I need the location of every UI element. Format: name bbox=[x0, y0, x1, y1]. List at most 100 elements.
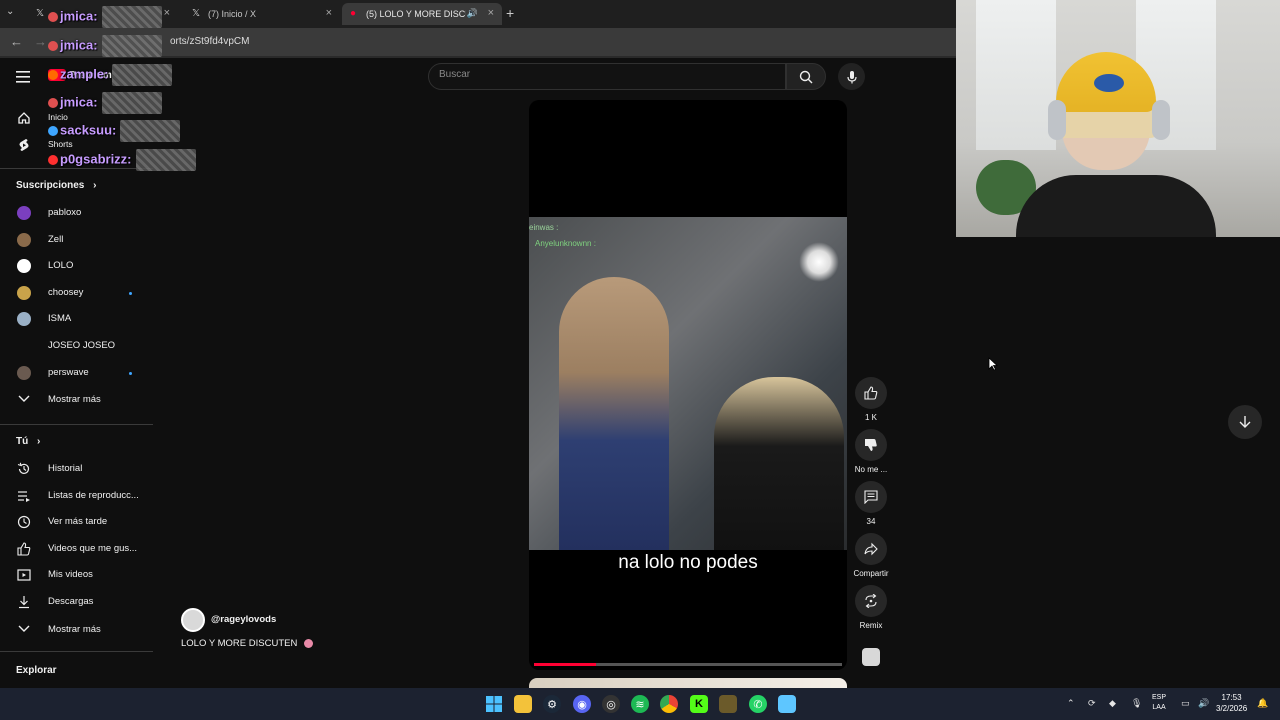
avatar bbox=[17, 259, 31, 274]
whatsapp-icon[interactable]: ✆ bbox=[749, 695, 767, 713]
lamp-light bbox=[799, 242, 839, 282]
chevron-down-icon bbox=[16, 621, 32, 637]
sound-avatar[interactable] bbox=[862, 648, 880, 666]
app-icon[interactable] bbox=[719, 695, 737, 713]
show-more-you[interactable]: Mostrar más bbox=[0, 616, 153, 642]
system-clock[interactable]: 17:53 3/2/2026 bbox=[1216, 692, 1247, 714]
steam-icon[interactable]: ⚙ bbox=[543, 695, 561, 713]
tray-chevron-icon[interactable]: ⌃ bbox=[1067, 698, 1075, 709]
tray-app-icon[interactable]: ◆ bbox=[1109, 698, 1116, 709]
close-icon[interactable]: × bbox=[488, 7, 494, 19]
chat-badge-icon bbox=[48, 41, 58, 51]
video-title-text: LOLO Y MORE DISCUTEN bbox=[181, 638, 298, 649]
sidebar-item-subscription[interactable]: choosey bbox=[0, 280, 153, 306]
sidebar-item-label: Descargas bbox=[48, 596, 94, 607]
chevron-down-icon bbox=[16, 391, 32, 407]
discord-icon[interactable]: ◉ bbox=[573, 695, 591, 713]
channel-avatar[interactable] bbox=[181, 608, 205, 632]
tab-title: (5) LOLO Y MORE DISCUTE... bbox=[366, 9, 466, 19]
search-box[interactable] bbox=[428, 63, 786, 90]
new-tab-button[interactable]: + bbox=[506, 5, 514, 21]
keyboard-language[interactable]: ESP LAA bbox=[1152, 693, 1166, 713]
chat-badge-icon bbox=[48, 126, 58, 136]
chat-emote-icon bbox=[135, 149, 196, 171]
chrome-icon[interactable] bbox=[660, 695, 678, 713]
search-button[interactable] bbox=[786, 63, 826, 90]
comments-button[interactable] bbox=[855, 481, 887, 513]
obs-icon[interactable]: ◎ bbox=[602, 695, 620, 713]
explore-title: Explorar bbox=[16, 665, 57, 676]
kick-icon[interactable]: K bbox=[690, 695, 708, 713]
sidebar-item-subscription[interactable]: LOLO bbox=[0, 253, 153, 279]
channel-name[interactable]: @rageylovods bbox=[211, 614, 276, 625]
chat-username: jmica: bbox=[60, 37, 98, 53]
shorts-icon bbox=[16, 137, 32, 153]
forward-icon[interactable]: → bbox=[34, 34, 47, 49]
stream-chat-message: jmica: bbox=[48, 35, 162, 57]
remix-button[interactable] bbox=[855, 585, 887, 617]
sidebar-item-subscription[interactable]: pabloxo bbox=[0, 200, 153, 226]
tray-mic-icon[interactable]: 🎙 bbox=[1131, 698, 1142, 709]
search-input[interactable] bbox=[439, 69, 769, 80]
voice-search-button[interactable] bbox=[838, 63, 865, 90]
back-icon[interactable]: ← bbox=[10, 34, 23, 49]
short-video-player[interactable]: einwas : Anyelunknownn : na lolo no pode… bbox=[529, 100, 847, 670]
chevron-right-icon: › bbox=[37, 436, 41, 447]
file-explorer-icon[interactable] bbox=[514, 695, 532, 713]
tab-list-menu[interactable]: ⌄ bbox=[6, 6, 20, 20]
clock-time: 17:53 bbox=[1221, 693, 1242, 702]
page-background bbox=[956, 237, 1280, 688]
show-more-subscriptions[interactable]: Mostrar más bbox=[0, 386, 153, 412]
windows-start-icon[interactable] bbox=[485, 695, 503, 713]
share-icon bbox=[864, 542, 878, 556]
share-button[interactable] bbox=[855, 533, 887, 565]
sidebar-item-label: ISMA bbox=[48, 313, 72, 325]
sidebar-item-subscription[interactable]: perswave bbox=[0, 360, 153, 386]
next-short-button[interactable] bbox=[1228, 405, 1262, 439]
hamburger-menu-icon[interactable] bbox=[16, 70, 32, 83]
url-text[interactable]: orts/zSt9fd4vpCM bbox=[170, 36, 249, 47]
tray-notification-icon[interactable]: 🔔 bbox=[1257, 698, 1268, 709]
share-label: Compartir bbox=[853, 569, 889, 578]
sidebar-item-clock[interactable]: Ver más tarde bbox=[0, 509, 153, 535]
avatar bbox=[17, 365, 31, 380]
sidebar-item-label: Ver más tarde bbox=[48, 516, 108, 528]
like-button[interactable] bbox=[855, 377, 887, 409]
sidebar-item-playlist[interactable]: Listas de reproducc... bbox=[0, 483, 153, 509]
sidebar-item-download[interactable]: Descargas bbox=[0, 589, 153, 615]
sidebar-item-subscription[interactable]: Zell bbox=[0, 227, 153, 253]
stream-chat-message: jmica: bbox=[48, 6, 162, 28]
lang-top: ESP bbox=[1152, 694, 1167, 701]
tray-display-icon[interactable]: ▭ bbox=[1181, 698, 1190, 709]
progress-bar[interactable] bbox=[534, 663, 842, 666]
sidebar-item-subscription[interactable]: JOSEO JOSEO bbox=[0, 333, 153, 359]
you-section-title[interactable]: Tú › bbox=[16, 436, 40, 447]
taskbar: ⚙ ◉ ◎ ≋ K ✆ ⌃ ⟳ ◆ 🎙 ▭ 🔊 🔔 bbox=[0, 688, 1280, 720]
dislike-button[interactable] bbox=[855, 429, 887, 461]
close-icon[interactable]: × bbox=[326, 7, 332, 19]
download-icon bbox=[16, 594, 32, 610]
person-left bbox=[559, 277, 669, 550]
sidebar-item-subscription[interactable]: ISMA bbox=[0, 306, 153, 332]
history-icon bbox=[16, 461, 32, 477]
sidebar-item-label: Mostrar más bbox=[48, 393, 101, 405]
next-short-preview[interactable] bbox=[529, 678, 847, 688]
sidebar-item-label: Videos que me gus... bbox=[48, 542, 138, 554]
chat-badge-icon bbox=[48, 98, 58, 108]
close-icon[interactable]: × bbox=[164, 7, 170, 19]
chat-username: jmica: bbox=[60, 8, 98, 24]
sidebar-item-history[interactable]: Historial bbox=[0, 456, 153, 482]
spotify-icon[interactable]: ≋ bbox=[631, 695, 649, 713]
tray-volume-icon[interactable]: 🔊 bbox=[1198, 698, 1209, 709]
tray-sync-icon[interactable]: ⟳ bbox=[1088, 698, 1096, 709]
webcam-overlay bbox=[956, 0, 1280, 237]
subscriptions-title[interactable]: Suscripciones › bbox=[16, 180, 96, 191]
sidebar-item-thumbs-up[interactable]: Videos que me gus... bbox=[0, 536, 153, 562]
tab-3-active[interactable]: ● (5) LOLO Y MORE DISCUTE... 🔊 × bbox=[342, 3, 502, 25]
sidebar-item-my-videos[interactable]: Mis videos bbox=[0, 562, 153, 588]
notepad-icon[interactable] bbox=[778, 695, 796, 713]
video-title: LOLO Y MORE DISCUTEN bbox=[181, 638, 313, 649]
tab-2[interactable]: 𝕏 (7) Inicio / X × bbox=[184, 3, 340, 25]
x-logo-icon: 𝕏 bbox=[36, 8, 45, 19]
audio-icon[interactable]: 🔊 bbox=[467, 8, 478, 19]
